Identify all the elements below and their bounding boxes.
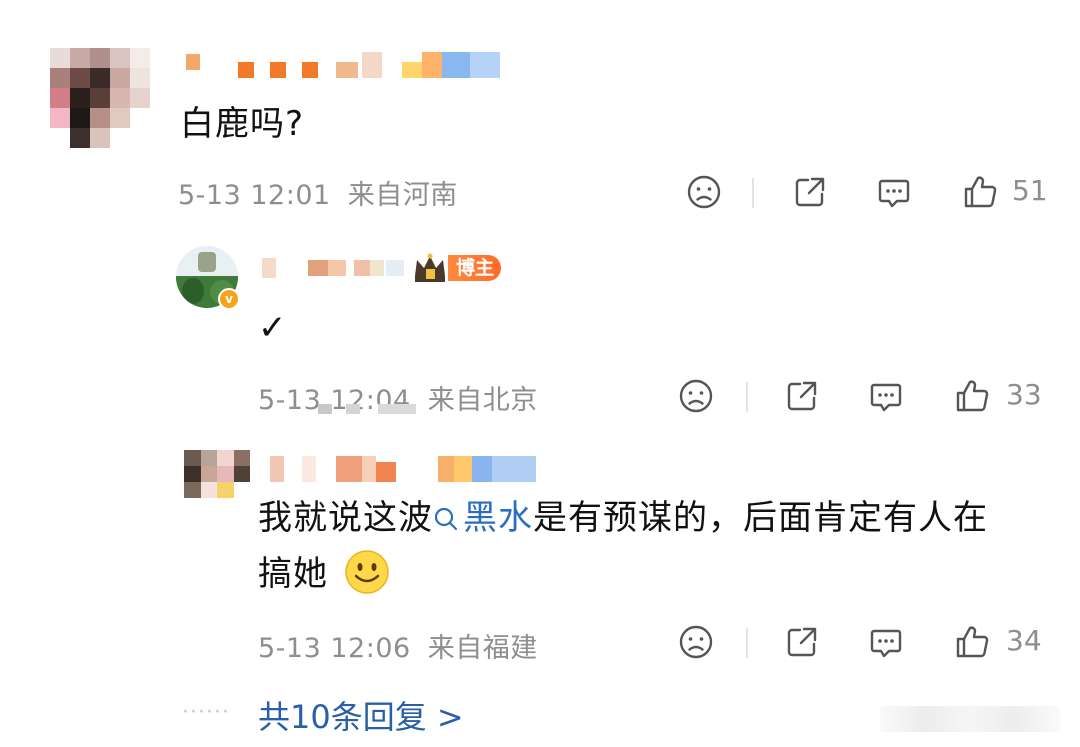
comment-text-part: 搞她 [258, 554, 328, 594]
smile-emoji-icon [345, 550, 389, 594]
username-blurred[interactable] [182, 48, 502, 82]
watermark-blurred [880, 706, 1060, 732]
divider [752, 178, 754, 208]
username-blurred[interactable] [266, 452, 538, 484]
dislike-button[interactable] [684, 172, 724, 212]
frown-face-icon [679, 379, 713, 413]
share-icon [787, 627, 817, 657]
blogger-badge-label: 博主 [448, 255, 502, 281]
like-count: 34 [1006, 624, 1042, 657]
avatar[interactable] [184, 450, 250, 498]
topic-link[interactable]: 黑水 [433, 498, 533, 538]
share-button[interactable] [782, 622, 822, 662]
censor-patch [318, 404, 332, 414]
censor-patch [378, 404, 416, 414]
like-count: 33 [1006, 378, 1042, 411]
topic-label: 黑水 [463, 498, 533, 538]
divider [746, 628, 748, 658]
like-button[interactable] [960, 172, 1000, 212]
like-count: 51 [1012, 174, 1048, 207]
comment-text-part: 我就说这波 [258, 498, 433, 538]
comment-text-part: 是有预谋的，后面肯定有人在 [533, 498, 988, 538]
avatar[interactable] [50, 48, 150, 148]
reply-button[interactable] [866, 622, 906, 662]
frown-face-icon [679, 625, 713, 659]
like-button[interactable] [952, 376, 992, 416]
comment-time: 5-13 12:01 [178, 180, 331, 211]
divider [746, 382, 748, 412]
search-icon [434, 507, 458, 531]
share-button[interactable] [790, 172, 830, 212]
comment-text: ✓ [258, 308, 288, 348]
frown-face-icon [687, 175, 721, 209]
like-button[interactable] [952, 622, 992, 662]
comment-icon [878, 179, 910, 208]
crown-level-icon [415, 253, 445, 282]
username-blurred[interactable] [258, 252, 408, 286]
comment-meta: 5-13 12:01 来自河南 [178, 173, 458, 212]
comment-text: 我就说这波 黑水是有预谋的，后面肯定有人在 搞她 [258, 490, 988, 602]
view-all-replies-link[interactable]: 共10条回复 > [258, 692, 464, 738]
reply-button[interactable] [866, 376, 906, 416]
comment-location: 来自福建 [427, 633, 538, 664]
comment-meta: 5-13 12:06 来自福建 [258, 626, 538, 665]
censor-patch [346, 404, 360, 414]
comment-text: 白鹿吗? [180, 104, 305, 144]
thumbs-up-icon [956, 626, 989, 658]
share-icon [795, 177, 825, 207]
share-icon [787, 381, 817, 411]
replies-dots: ······ [182, 700, 230, 725]
comment-location: 来自河南 [347, 180, 458, 211]
comment-time: 5-13 12:06 [258, 633, 411, 664]
dislike-button[interactable] [676, 376, 716, 416]
dislike-button[interactable] [676, 622, 716, 662]
comment-icon [870, 383, 902, 412]
thumbs-up-icon [964, 176, 997, 208]
blogger-badge: 博主 [412, 253, 502, 282]
share-button[interactable] [782, 376, 822, 416]
comment-icon [870, 629, 902, 658]
verified-badge-icon: v [218, 288, 240, 310]
comment-location: 来自北京 [427, 385, 538, 416]
reply-button[interactable] [874, 172, 914, 212]
thumbs-up-icon [956, 380, 989, 412]
